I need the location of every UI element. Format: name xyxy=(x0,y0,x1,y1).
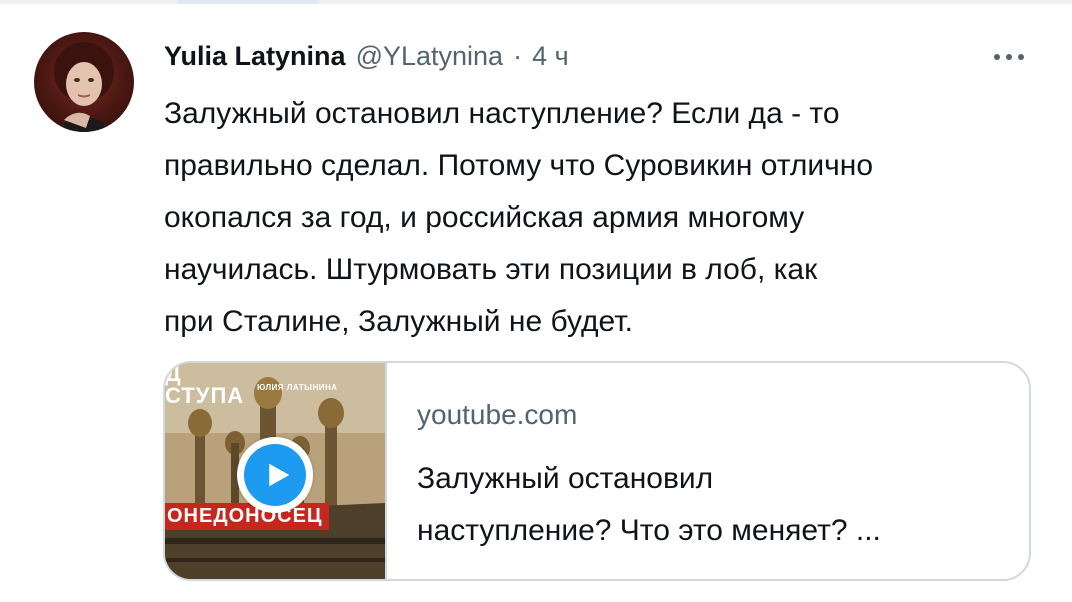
tweet-line: при Сталине, Залужный не будет. xyxy=(164,305,633,338)
top-divider xyxy=(0,0,1072,4)
link-title: Залужный остановил наступление? Что это … xyxy=(417,453,1029,557)
thumbnail-top-text: Д СТУПА xyxy=(165,363,245,408)
more-dot xyxy=(994,54,1000,60)
tweet-text: Залужный остановил наступление? Если да … xyxy=(164,88,1044,348)
avatar[interactable] xyxy=(34,32,134,132)
display-name[interactable]: Yulia Latynina xyxy=(164,41,346,72)
timestamp[interactable]: 4 ч xyxy=(532,41,569,72)
tweet-line: окопался за год, и российская армия мног… xyxy=(164,201,805,234)
more-dot xyxy=(1018,54,1024,60)
link-title-line: Залужный остановил xyxy=(417,462,714,495)
link-card-body[interactable]: youtube.com Залужный остановил наступлен… xyxy=(387,363,1029,579)
top-accent-bar xyxy=(178,0,318,4)
tweet-line: Залужный остановил наступление? Если да … xyxy=(164,97,840,130)
thumbnail-red-banner: ОНЕДОНОСЕЦ xyxy=(165,503,329,530)
link-domain: youtube.com xyxy=(417,399,578,430)
tweet-header: Yulia Latynina @YLatynina · 4 ч xyxy=(164,38,569,74)
link-preview-card[interactable]: Д СТУПА ЮЛИЯ ЛАТЫНИНА ОНЕДОНОСЕЦ youtube.… xyxy=(163,361,1031,581)
play-icon xyxy=(268,463,289,487)
play-button[interactable] xyxy=(237,437,313,513)
avatar-portrait xyxy=(54,42,114,132)
play-icon-circle xyxy=(244,444,306,506)
user-handle[interactable]: @YLatynina xyxy=(356,41,504,72)
video-thumbnail[interactable]: Д СТУПА ЮЛИЯ ЛАТЫНИНА ОНЕДОНОСЕЦ xyxy=(165,363,387,579)
tweet-line: правильно сделал. Потому что Суровикин о… xyxy=(164,149,874,182)
thumbnail-author-text: ЮЛИЯ ЛАТЫНИНА xyxy=(257,383,338,392)
more-horizontal-icon[interactable] xyxy=(984,42,1034,72)
tweet-line: научилась. Штурмовать эти позиции в лоб,… xyxy=(164,253,818,286)
link-title-line: наступление? Что это меняет? ... xyxy=(417,514,881,547)
more-dot xyxy=(1006,54,1012,60)
separator-dot: · xyxy=(513,40,523,71)
